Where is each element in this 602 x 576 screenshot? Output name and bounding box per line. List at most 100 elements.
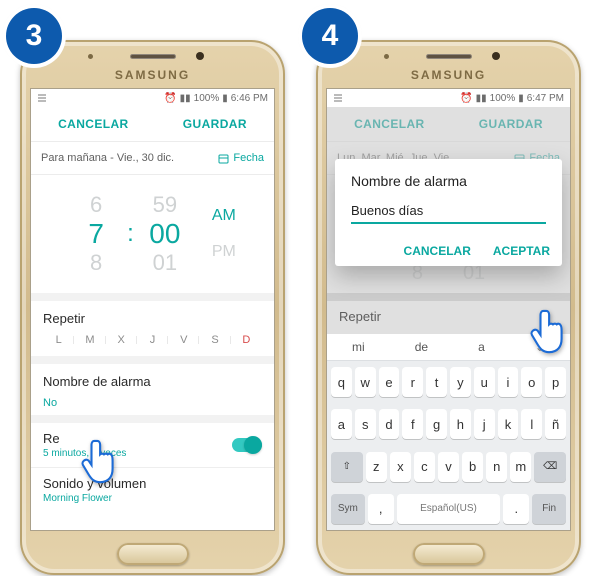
key-b[interactable]: b — [462, 452, 483, 482]
phone-camera — [196, 52, 204, 60]
ampm-wheel[interactable]: AM PM — [212, 207, 236, 261]
menu-icon — [333, 93, 345, 104]
dialog-title: Nombre de alarma — [351, 173, 546, 189]
status-time: 6:47 PM — [527, 93, 564, 104]
key-n[interactable]: n — [486, 452, 507, 482]
key-z[interactable]: z — [366, 452, 387, 482]
key-comma[interactable]: , — [368, 494, 394, 524]
day-j[interactable]: J — [137, 334, 168, 346]
alarm-icon: ⏰ — [460, 93, 472, 104]
alarm-name-title: Nombre de alarma — [43, 374, 262, 389]
home-button[interactable] — [413, 543, 485, 565]
suggestion-3[interactable]: a — [478, 340, 485, 354]
phone-camera — [492, 52, 500, 60]
day-s[interactable]: S — [199, 334, 230, 346]
repeat-section: Repetir L M X J V S D — [31, 301, 274, 364]
key-shift[interactable]: ⇧ — [331, 452, 363, 482]
key-done[interactable]: Fin — [532, 494, 566, 524]
alarm-name-input[interactable] — [351, 199, 546, 224]
alarm-name-dialog: Nombre de alarma CANCELAR ACEPTAR — [335, 159, 562, 266]
phone-step-3: SAMSUNG ⏰ ▮▮ 100% ▮ 6:46 PM CANCELAR GUA… — [20, 40, 285, 575]
phone-sensor — [88, 54, 93, 59]
key-c[interactable]: c — [414, 452, 435, 482]
key-y[interactable]: y — [450, 367, 471, 397]
phone-speaker — [426, 54, 472, 59]
key-period[interactable]: . — [503, 494, 529, 524]
key-p[interactable]: p — [545, 367, 566, 397]
key-u[interactable]: u — [474, 367, 495, 397]
phone-sensor — [384, 54, 389, 59]
sound-row[interactable]: Sonido y volumen Morning Flower — [31, 468, 274, 508]
day-d[interactable]: D — [231, 334, 262, 346]
snooze-toggle[interactable] — [232, 438, 262, 452]
suggestion-2[interactable]: de — [415, 340, 428, 354]
suggestion-1[interactable]: mi — [352, 340, 365, 354]
dialog-accept-button[interactable]: ACEPTAR — [493, 244, 550, 258]
key-q[interactable]: q — [331, 367, 352, 397]
key-s[interactable]: s — [355, 409, 376, 439]
calendar-icon — [218, 153, 229, 164]
key-v[interactable]: v — [438, 452, 459, 482]
save-button[interactable]: GUARDAR — [165, 109, 265, 139]
key-k[interactable]: k — [498, 409, 519, 439]
key-o[interactable]: o — [521, 367, 542, 397]
key-g[interactable]: g — [426, 409, 447, 439]
phone-speaker — [130, 54, 176, 59]
day-x[interactable]: X — [106, 334, 137, 346]
hour-wheel[interactable]: 6 7 8 — [69, 192, 123, 276]
date-button[interactable]: Fecha — [218, 152, 264, 164]
battery-percent: 100% — [490, 93, 516, 104]
key-a[interactable]: a — [331, 409, 352, 439]
day-m[interactable]: M — [74, 334, 105, 346]
key-t[interactable]: t — [426, 367, 447, 397]
snooze-row[interactable]: Re 5 minutos, 3 veces — [31, 423, 274, 467]
signal-icon: ▮▮ — [476, 93, 487, 104]
key-e[interactable]: e — [379, 367, 400, 397]
key-j[interactable]: j — [474, 409, 495, 439]
key-l[interactable]: l — [521, 409, 542, 439]
signal-icon: ▮▮ — [180, 93, 191, 104]
top-actions: CANCELAR GUARDAR — [31, 107, 274, 141]
date-label: Para mañana - Vie., 30 dic. — [41, 152, 174, 164]
key-d[interactable]: d — [379, 409, 400, 439]
date-row: Para mañana - Vie., 30 dic. Fecha — [31, 141, 274, 175]
key-x[interactable]: x — [390, 452, 411, 482]
key-w[interactable]: w — [355, 367, 376, 397]
key-f[interactable]: f — [402, 409, 423, 439]
cancel-button[interactable]: CANCELAR — [40, 109, 147, 139]
key-enye[interactable]: ñ — [545, 409, 566, 439]
key-sym[interactable]: Sym — [331, 494, 365, 524]
key-m[interactable]: m — [510, 452, 531, 482]
screen-step-3: ⏰ ▮▮ 100% ▮ 6:46 PM CANCELAR GUARDAR Par… — [30, 88, 275, 531]
battery-percent: 100% — [194, 93, 220, 104]
battery-icon: ▮ — [518, 93, 524, 104]
day-l[interactable]: L — [43, 334, 74, 346]
repeat-days-row[interactable]: L M X J V S D — [43, 334, 262, 346]
day-v[interactable]: V — [168, 334, 199, 346]
phone-step-4: SAMSUNG ⏰ ▮▮ 100% ▮ 6:47 PM CANCELAR GUA… — [316, 40, 581, 575]
key-space[interactable]: Español(US) — [397, 494, 501, 524]
step-badge-3: 3 — [6, 8, 62, 64]
key-h[interactable]: h — [450, 409, 471, 439]
time-picker[interactable]: 6 7 8 : 59 00 01 AM PM — [31, 175, 274, 301]
alarm-name-section[interactable]: Nombre de alarma No — [31, 364, 274, 423]
key-r[interactable]: r — [402, 367, 423, 397]
status-bar: ⏰ ▮▮ 100% ▮ 6:47 PM — [327, 89, 570, 107]
alarm-icon: ⏰ — [164, 93, 176, 104]
alarm-name-value[interactable]: No — [43, 397, 262, 409]
home-button[interactable] — [117, 543, 189, 565]
repeat-title: Repetir — [43, 311, 262, 326]
status-bar: ⏰ ▮▮ 100% ▮ 6:46 PM — [31, 89, 274, 107]
menu-icon — [37, 93, 49, 104]
hand-cursor-icon — [529, 305, 571, 361]
dialog-cancel-button[interactable]: CANCELAR — [404, 244, 471, 258]
key-backspace[interactable]: ⌫ — [534, 452, 566, 482]
step-badge-4: 4 — [302, 8, 358, 64]
keyboard[interactable]: mi de a ⌄ q w e r t y u i o p a s d — [327, 334, 570, 530]
battery-icon: ▮ — [222, 93, 228, 104]
key-i[interactable]: i — [498, 367, 519, 397]
minute-wheel[interactable]: 59 00 01 — [138, 192, 192, 276]
phone-brand: SAMSUNG — [20, 68, 285, 82]
sound-sub: Morning Flower — [43, 493, 146, 504]
phone-brand: SAMSUNG — [316, 68, 581, 82]
